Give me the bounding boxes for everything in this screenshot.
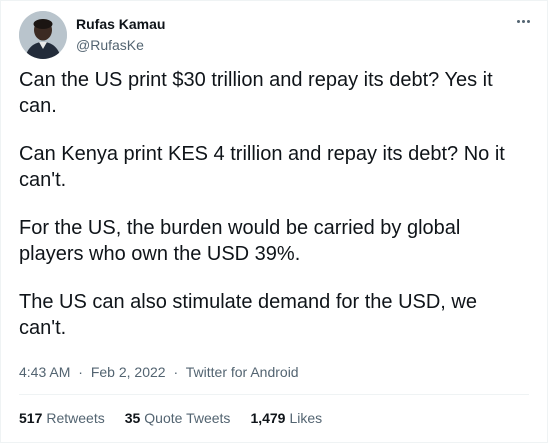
likes-stat[interactable]: 1,479 Likes bbox=[250, 409, 322, 427]
author-handle[interactable]: @RufasKe bbox=[76, 36, 165, 54]
retweets-label: Retweets bbox=[46, 410, 105, 426]
more-horizontal-icon-dot bbox=[526, 19, 530, 23]
tweet-paragraph: Can the US print $30 trillion and repay … bbox=[19, 69, 493, 117]
meta-separator: · bbox=[78, 364, 83, 380]
retweets-count: 517 bbox=[19, 410, 43, 426]
likes-label: Likes bbox=[289, 410, 323, 426]
author-display-name[interactable]: Rufas Kamau bbox=[76, 15, 165, 33]
tweet-metadata: 4:43 AM · Feb 2, 2022 · Twitter for Andr… bbox=[19, 363, 299, 381]
more-options-button[interactable] bbox=[513, 11, 533, 31]
tweet-paragraph: For the US, the burden would be carried … bbox=[19, 217, 461, 265]
avatar-image bbox=[19, 11, 67, 59]
tweet-paragraph: The US can also stimulate demand for the… bbox=[19, 291, 477, 339]
quote-tweets-label: Quote Tweets bbox=[144, 410, 231, 426]
author-info: Rufas Kamau @RufasKe bbox=[76, 15, 165, 54]
quote-tweets-stat[interactable]: 35 Quote Tweets bbox=[125, 409, 231, 427]
tweet-source[interactable]: Twitter for Android bbox=[186, 364, 299, 380]
tweet-stats: 517 Retweets 35 Quote Tweets 1,479 Likes bbox=[19, 409, 322, 427]
meta-separator: · bbox=[173, 364, 179, 380]
tweet-date[interactable]: Feb 2, 2022 bbox=[91, 364, 166, 380]
more-horizontal-icon-dot bbox=[521, 19, 525, 23]
divider bbox=[19, 394, 529, 395]
retweets-stat[interactable]: 517 Retweets bbox=[19, 409, 105, 427]
more-horizontal-icon bbox=[516, 19, 520, 23]
tweet-text: Can the US print $30 trillion and repay … bbox=[19, 67, 529, 363]
likes-count: 1,479 bbox=[250, 410, 286, 426]
tweet-card: Rufas Kamau @RufasKe Can the US print $3… bbox=[0, 0, 548, 443]
tweet-paragraph: Can Kenya print KES 4 trillion and repay… bbox=[19, 143, 505, 191]
quote-tweets-count: 35 bbox=[124, 410, 141, 426]
avatar[interactable] bbox=[19, 11, 67, 59]
tweet-time[interactable]: 4:43 AM bbox=[19, 364, 70, 380]
